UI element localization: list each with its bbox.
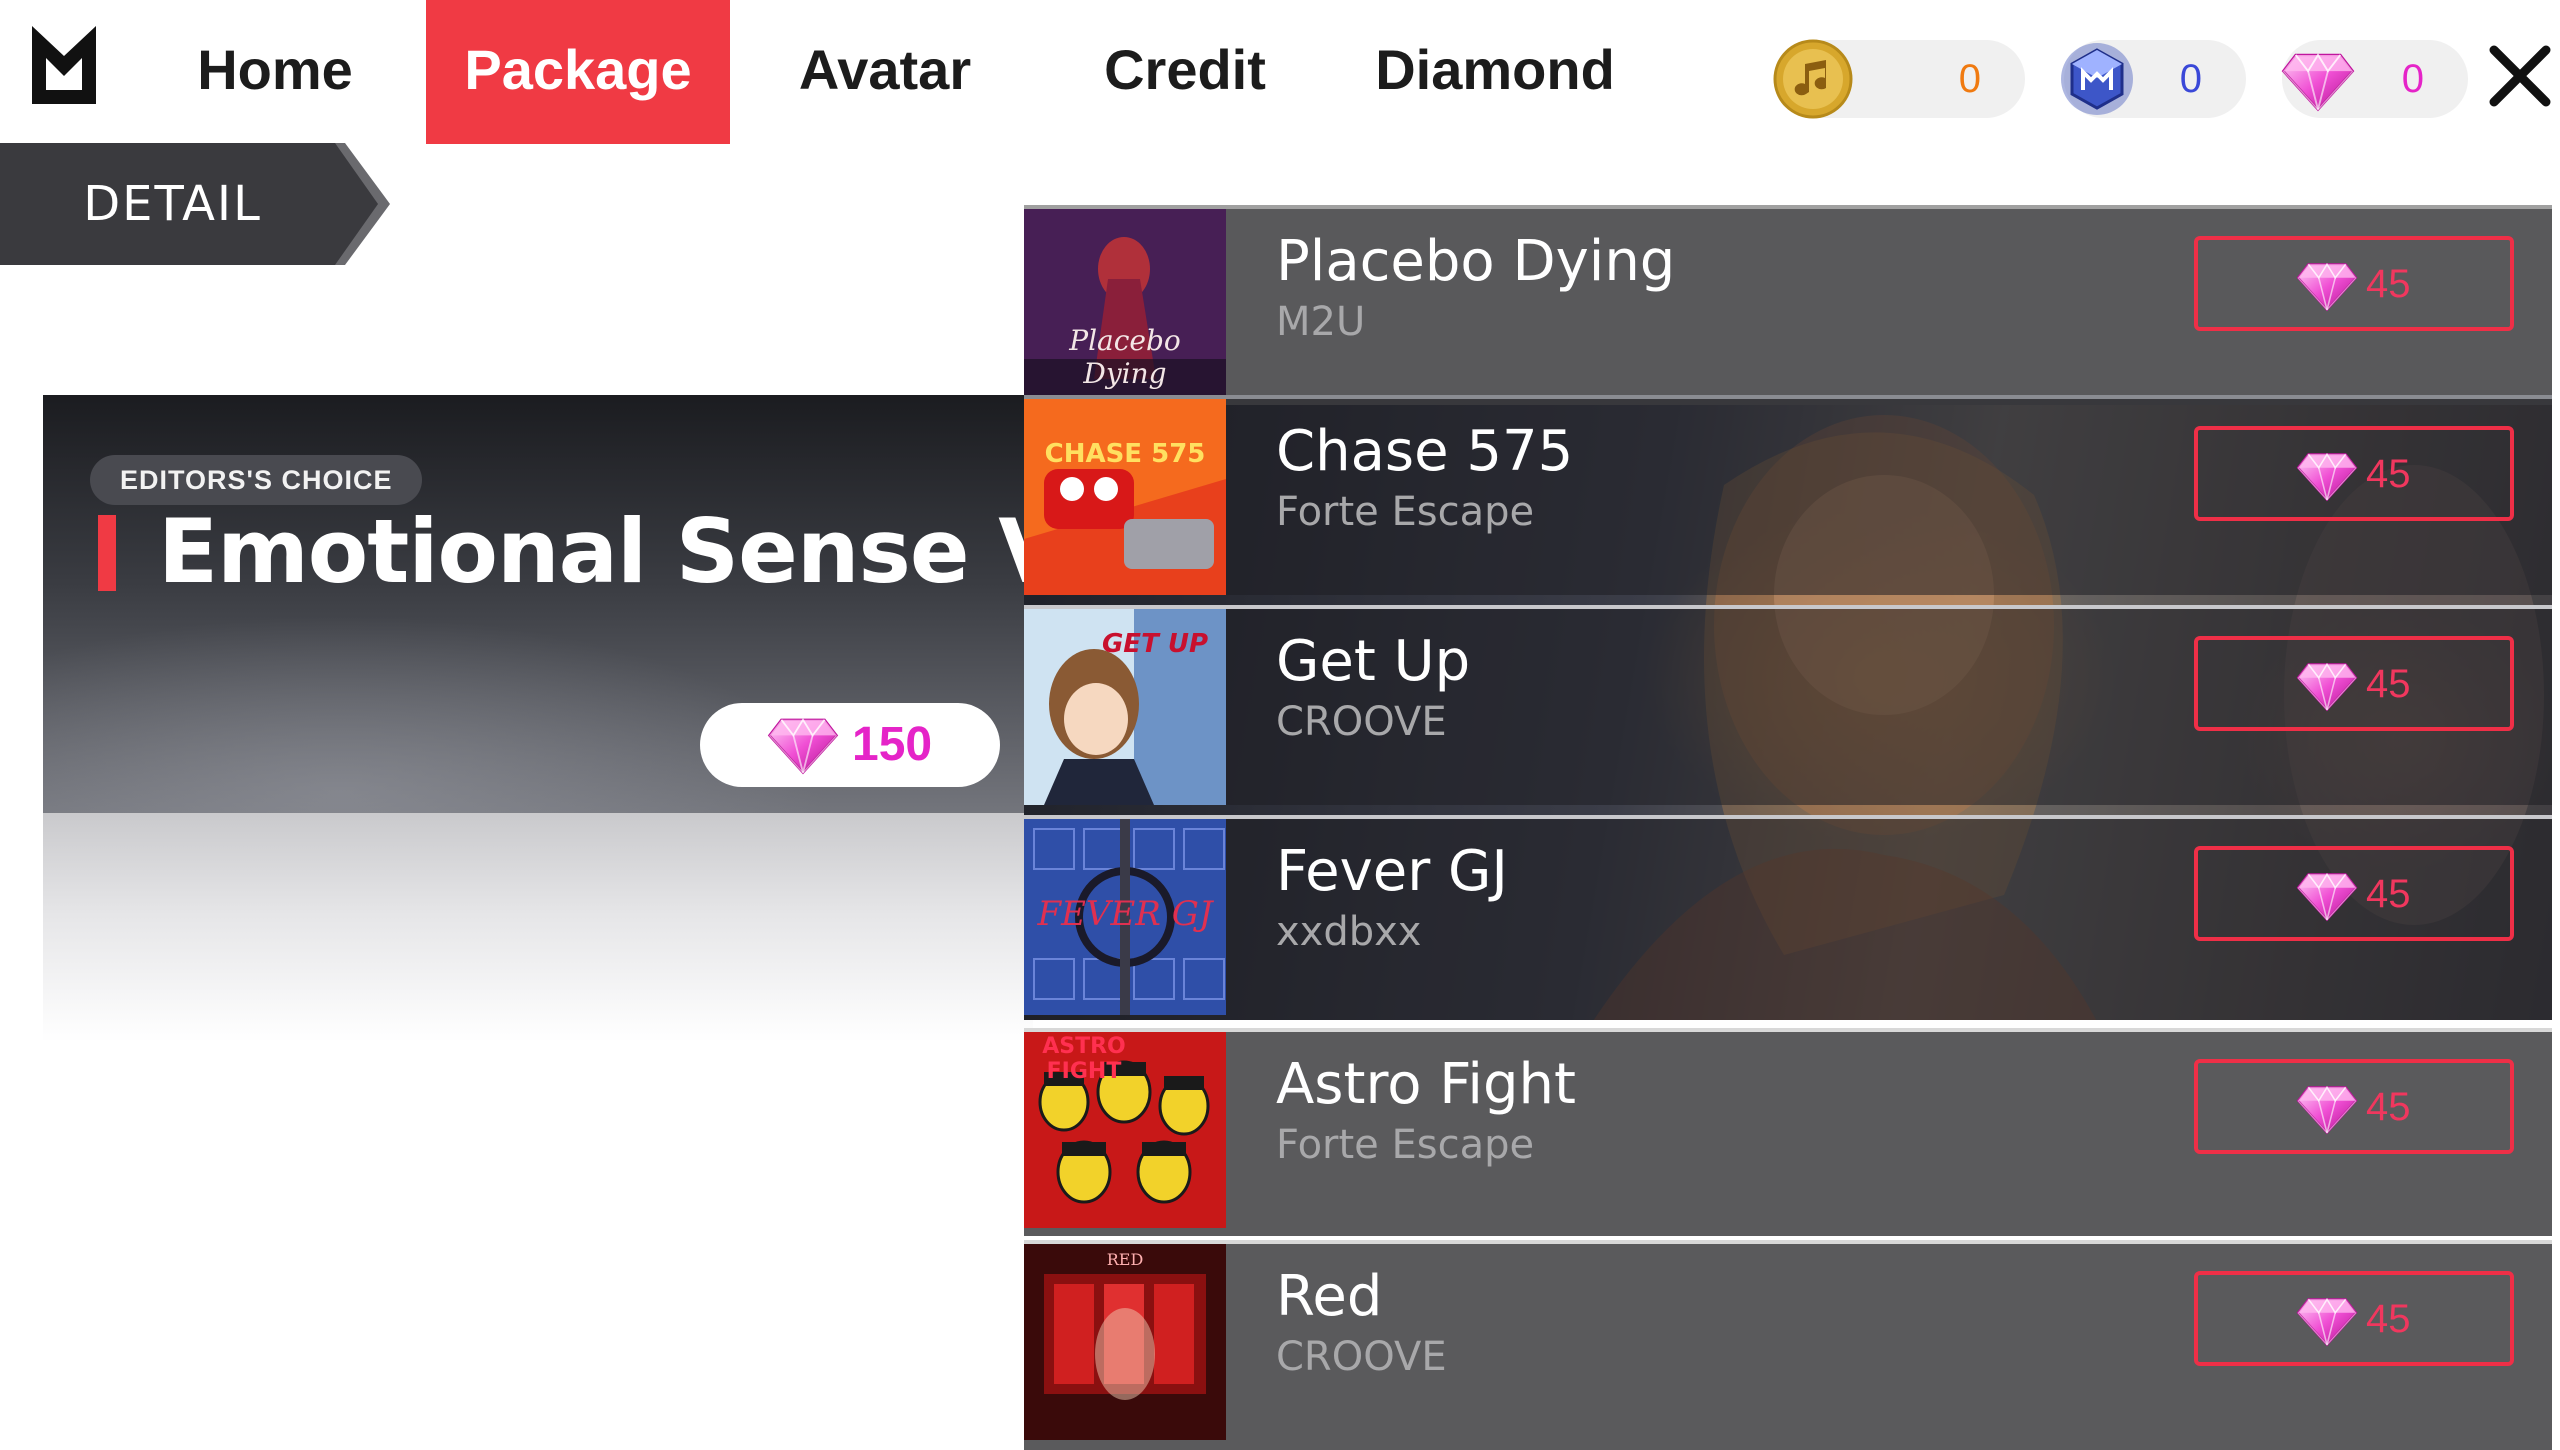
top-nav-bar: Home Package Avatar Credit Diamond 0 0 0 (0, 0, 2560, 144)
buy-song-button[interactable]: 45 (2194, 846, 2514, 941)
buy-song-button[interactable]: 45 (2194, 1271, 2514, 1366)
album-cover-text: FEVER GJ (1037, 894, 1213, 934)
buy-song-button[interactable]: 45 (2194, 426, 2514, 521)
cube-balance[interactable]: 0 (2061, 40, 2246, 118)
tab-diamond[interactable]: Diamond (1350, 0, 1640, 144)
editors-choice-badge: EDITORS'S CHOICE (90, 455, 423, 505)
song-row[interactable]: CHASE 575 Chase 575 Forte Escape 45 (1024, 395, 2552, 595)
album-cover-text: ASTRO FIGHT (1042, 1034, 1126, 1084)
song-price: 45 (2366, 1085, 2411, 1129)
maimai-cube-icon (2061, 43, 2133, 115)
diamond-gem-icon (2296, 450, 2358, 502)
diamond-gem-icon (2296, 260, 2358, 312)
song-price: 45 (2366, 452, 2411, 496)
diamond-gem-icon (2296, 870, 2358, 922)
song-price: 45 (2366, 872, 2411, 916)
detail-tab[interactable]: DETAIL (0, 143, 345, 265)
song-artist: CROOVE (1276, 699, 1447, 745)
song-row[interactable]: FEVER GJ Fever GJ xxdbxx 45 (1024, 815, 2552, 1020)
package-shadow (43, 812, 1033, 1042)
coin-amount: 0 (1958, 57, 1981, 101)
tab-home[interactable]: Home (150, 0, 400, 144)
song-price: 45 (2366, 662, 2411, 706)
song-row[interactable]: RED Red CROOVE 45 (1024, 1240, 2552, 1450)
album-cover-text: CHASE 575 (1044, 439, 1206, 469)
album-cover-text: Placebo Dying (1069, 324, 1181, 390)
song-title: Astro Fight (1276, 1052, 1576, 1117)
diamond-amount: 0 (2401, 57, 2424, 101)
close-icon[interactable] (2480, 36, 2560, 116)
song-title: Fever GJ (1276, 839, 1508, 904)
song-title: Placebo Dying (1276, 229, 1676, 294)
buy-song-button[interactable]: 45 (2194, 236, 2514, 331)
song-price: 45 (2366, 1297, 2411, 1341)
buy-song-button[interactable]: 45 (2194, 1059, 2514, 1154)
tab-credit[interactable]: Credit (1060, 0, 1310, 144)
song-row[interactable]: ASTRO FIGHT Astro Fight Forte Escape 45 (1024, 1028, 2552, 1236)
cube-amount: 0 (2179, 57, 2202, 101)
diamond-gem-icon (2296, 1295, 2358, 1347)
song-artist: CROOVE (1276, 1334, 1447, 1380)
album-cover (1024, 1244, 1226, 1440)
diamond-gem-icon (766, 715, 840, 775)
song-title: Get Up (1276, 629, 1471, 694)
song-title: Chase 575 (1276, 419, 1574, 484)
song-price: 45 (2366, 262, 2411, 306)
package-buy-button[interactable]: 150 (700, 703, 1000, 787)
coin-balance[interactable]: 0 (1773, 39, 2025, 119)
song-artist: M2U (1276, 299, 1366, 345)
song-artist: Forte Escape (1276, 489, 1535, 535)
song-row[interactable]: GET UP Get Up CROOVE 45 (1024, 605, 2552, 805)
package-price: 150 (852, 718, 933, 771)
tab-avatar[interactable]: Avatar (760, 0, 1010, 144)
buy-song-button[interactable]: 45 (2194, 636, 2514, 731)
tab-package[interactable]: Package (426, 0, 730, 144)
song-title: Red (1276, 1264, 1383, 1329)
album-cover-text: GET UP (1101, 629, 1209, 659)
album-cover (1024, 399, 1226, 595)
song-artist: Forte Escape (1276, 1122, 1535, 1168)
diamond-balance[interactable]: 0 (2282, 40, 2468, 118)
app-logo-icon[interactable] (28, 22, 100, 108)
title-accent-bar (98, 515, 116, 591)
music-note-coin-icon (1773, 39, 1853, 119)
album-cover-text: RED (1106, 1250, 1144, 1269)
diamond-gem-icon (2280, 50, 2356, 112)
song-artist: xxdbxx (1276, 909, 1422, 955)
diamond-gem-icon (2296, 1083, 2358, 1135)
song-row[interactable]: Placebo Dying Placebo Dying M2U 45 (1024, 205, 2552, 405)
diamond-gem-icon (2296, 660, 2358, 712)
